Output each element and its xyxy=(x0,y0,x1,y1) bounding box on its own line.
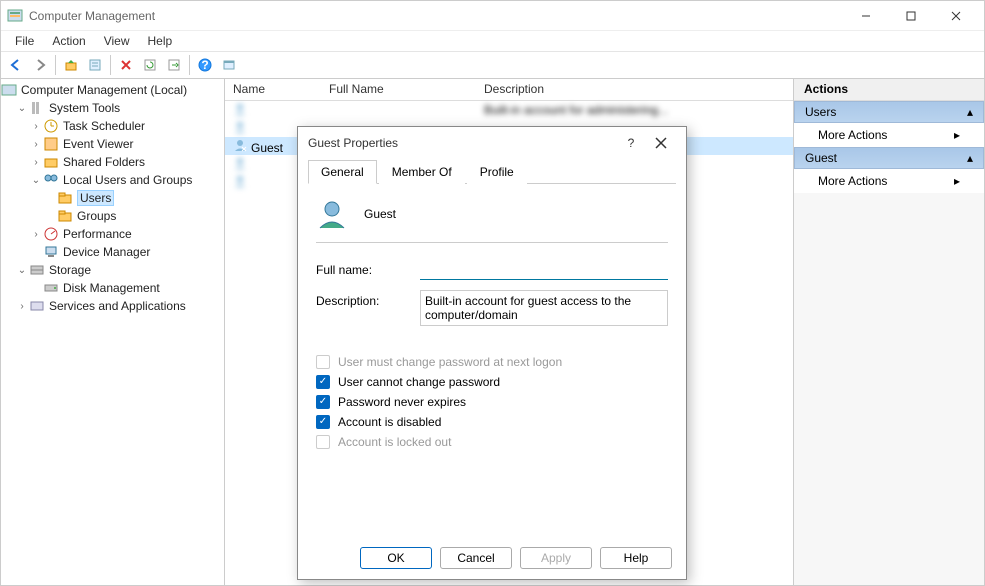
checkbox-icon xyxy=(316,355,330,369)
actions-guest-section[interactable]: Guest ▴ xyxy=(794,147,984,169)
app-icon xyxy=(7,8,23,24)
guest-properties-dialog: Guest Properties ? General Member Of Pro… xyxy=(297,126,687,580)
actions-more-guest[interactable]: More Actions ▸ xyxy=(794,169,984,193)
collapse-icon[interactable]: ⌄ xyxy=(29,175,43,186)
menu-bar: File Action View Help xyxy=(1,31,984,51)
checkbox-checked-icon[interactable] xyxy=(316,395,330,409)
user-icon xyxy=(233,119,249,135)
expand-icon[interactable]: › xyxy=(29,139,43,150)
show-hide-button[interactable] xyxy=(218,54,240,76)
actions-users-section[interactable]: Users ▴ xyxy=(794,101,984,123)
expand-icon[interactable]: › xyxy=(15,301,29,312)
tree-root[interactable]: Computer Management (Local) xyxy=(1,81,224,99)
tab-profile[interactable]: Profile xyxy=(467,160,527,184)
check-never-expires[interactable]: Password never expires xyxy=(316,395,668,409)
fullname-input[interactable] xyxy=(420,259,668,280)
tree-services-apps[interactable]: › Services and Applications xyxy=(1,297,224,315)
dialog-help-button[interactable]: ? xyxy=(616,128,646,158)
collapse-icon: ▴ xyxy=(967,151,973,165)
tree-device-manager[interactable]: Device Manager xyxy=(1,243,224,261)
up-button[interactable] xyxy=(60,54,82,76)
check-locked-out: Account is locked out xyxy=(316,435,668,449)
tree-performance[interactable]: › Performance xyxy=(1,225,224,243)
help-button[interactable]: ? xyxy=(194,54,216,76)
ok-button[interactable]: OK xyxy=(360,547,432,569)
forward-button[interactable] xyxy=(29,54,51,76)
tree-users[interactable]: Users xyxy=(1,189,224,207)
actions-header: Actions xyxy=(794,79,984,101)
dialog-buttons: OK Cancel Apply Help xyxy=(298,537,686,579)
column-description[interactable]: Description xyxy=(476,79,793,100)
checkbox-checked-icon[interactable] xyxy=(316,375,330,389)
menu-action[interactable]: Action xyxy=(44,32,93,50)
window-controls xyxy=(843,1,978,31)
dialog-tabs: General Member Of Profile xyxy=(308,159,676,184)
check-must-change: User must change password at next logon xyxy=(316,355,668,369)
column-fullname[interactable]: Full Name xyxy=(321,79,476,100)
list-header: Name Full Name Description xyxy=(225,79,793,101)
expand-icon[interactable]: › xyxy=(29,157,43,168)
tab-general[interactable]: General xyxy=(308,160,377,184)
check-disabled[interactable]: Account is disabled xyxy=(316,415,668,429)
menu-file[interactable]: File xyxy=(7,32,42,50)
actions-more-users[interactable]: More Actions ▸ xyxy=(794,123,984,147)
tree-shared-folders[interactable]: › Shared Folders xyxy=(1,153,224,171)
dialog-username: Guest xyxy=(364,207,396,221)
tree-storage[interactable]: ⌄ Storage xyxy=(1,261,224,279)
collapse-icon: ▴ xyxy=(967,105,973,119)
toolbar: ? xyxy=(1,51,984,79)
toolbar-separator xyxy=(189,55,190,75)
export-button[interactable] xyxy=(163,54,185,76)
svg-text:?: ? xyxy=(201,58,208,72)
tree-disk-management[interactable]: Disk Management xyxy=(1,279,224,297)
collapse-icon[interactable]: ⌄ xyxy=(15,265,29,276)
tree-local-users-groups[interactable]: ⌄ Local Users and Groups xyxy=(1,171,224,189)
toolbar-separator xyxy=(110,55,111,75)
fullname-label: Full name: xyxy=(316,259,420,277)
dialog-close-button[interactable] xyxy=(646,128,676,158)
tree-event-viewer[interactable]: › Event Viewer xyxy=(1,135,224,153)
user-icon xyxy=(233,101,249,117)
delete-button[interactable] xyxy=(115,54,137,76)
expand-icon[interactable]: › xyxy=(29,229,43,240)
checkbox-checked-icon[interactable] xyxy=(316,415,330,429)
close-button[interactable] xyxy=(933,1,978,31)
refresh-button[interactable] xyxy=(139,54,161,76)
maximize-button[interactable] xyxy=(888,1,933,31)
minimize-button[interactable] xyxy=(843,1,888,31)
tree-pane: Computer Management (Local) ⌄ System Too… xyxy=(1,79,225,585)
chevron-right-icon: ▸ xyxy=(954,128,960,142)
list-row[interactable]: Built-in account for administering... xyxy=(225,101,793,119)
cancel-button[interactable]: Cancel xyxy=(440,547,512,569)
properties-button[interactable] xyxy=(84,54,106,76)
actions-pane: Actions Users ▴ More Actions ▸ Guest ▴ M… xyxy=(794,79,984,585)
user-disabled-icon xyxy=(233,137,249,153)
user-large-icon xyxy=(316,198,348,230)
expand-icon[interactable]: › xyxy=(29,121,43,132)
check-cannot-change[interactable]: User cannot change password xyxy=(316,375,668,389)
dialog-title-bar: Guest Properties ? xyxy=(298,127,686,159)
dialog-title: Guest Properties xyxy=(308,136,616,150)
dialog-body: Guest Full name: Description: Built-in a… xyxy=(298,184,686,537)
tab-member-of[interactable]: Member Of xyxy=(379,160,465,184)
back-button[interactable] xyxy=(5,54,27,76)
help-button[interactable]: Help xyxy=(600,547,672,569)
tree-groups[interactable]: Groups xyxy=(1,207,224,225)
title-bar: Computer Management xyxy=(1,1,984,31)
collapse-icon[interactable]: ⌄ xyxy=(15,103,29,114)
apply-button[interactable]: Apply xyxy=(520,547,592,569)
tree-task-scheduler[interactable]: › Task Scheduler xyxy=(1,117,224,135)
description-input[interactable]: Built-in account for guest access to the… xyxy=(420,290,668,326)
chevron-right-icon: ▸ xyxy=(954,174,960,188)
toolbar-separator xyxy=(55,55,56,75)
menu-help[interactable]: Help xyxy=(140,32,181,50)
description-label: Description: xyxy=(316,290,420,308)
tree-system-tools[interactable]: ⌄ System Tools xyxy=(1,99,224,117)
menu-view[interactable]: View xyxy=(96,32,138,50)
window-title: Computer Management xyxy=(29,9,843,23)
column-name[interactable]: Name xyxy=(225,79,321,100)
checkbox-icon xyxy=(316,435,330,449)
